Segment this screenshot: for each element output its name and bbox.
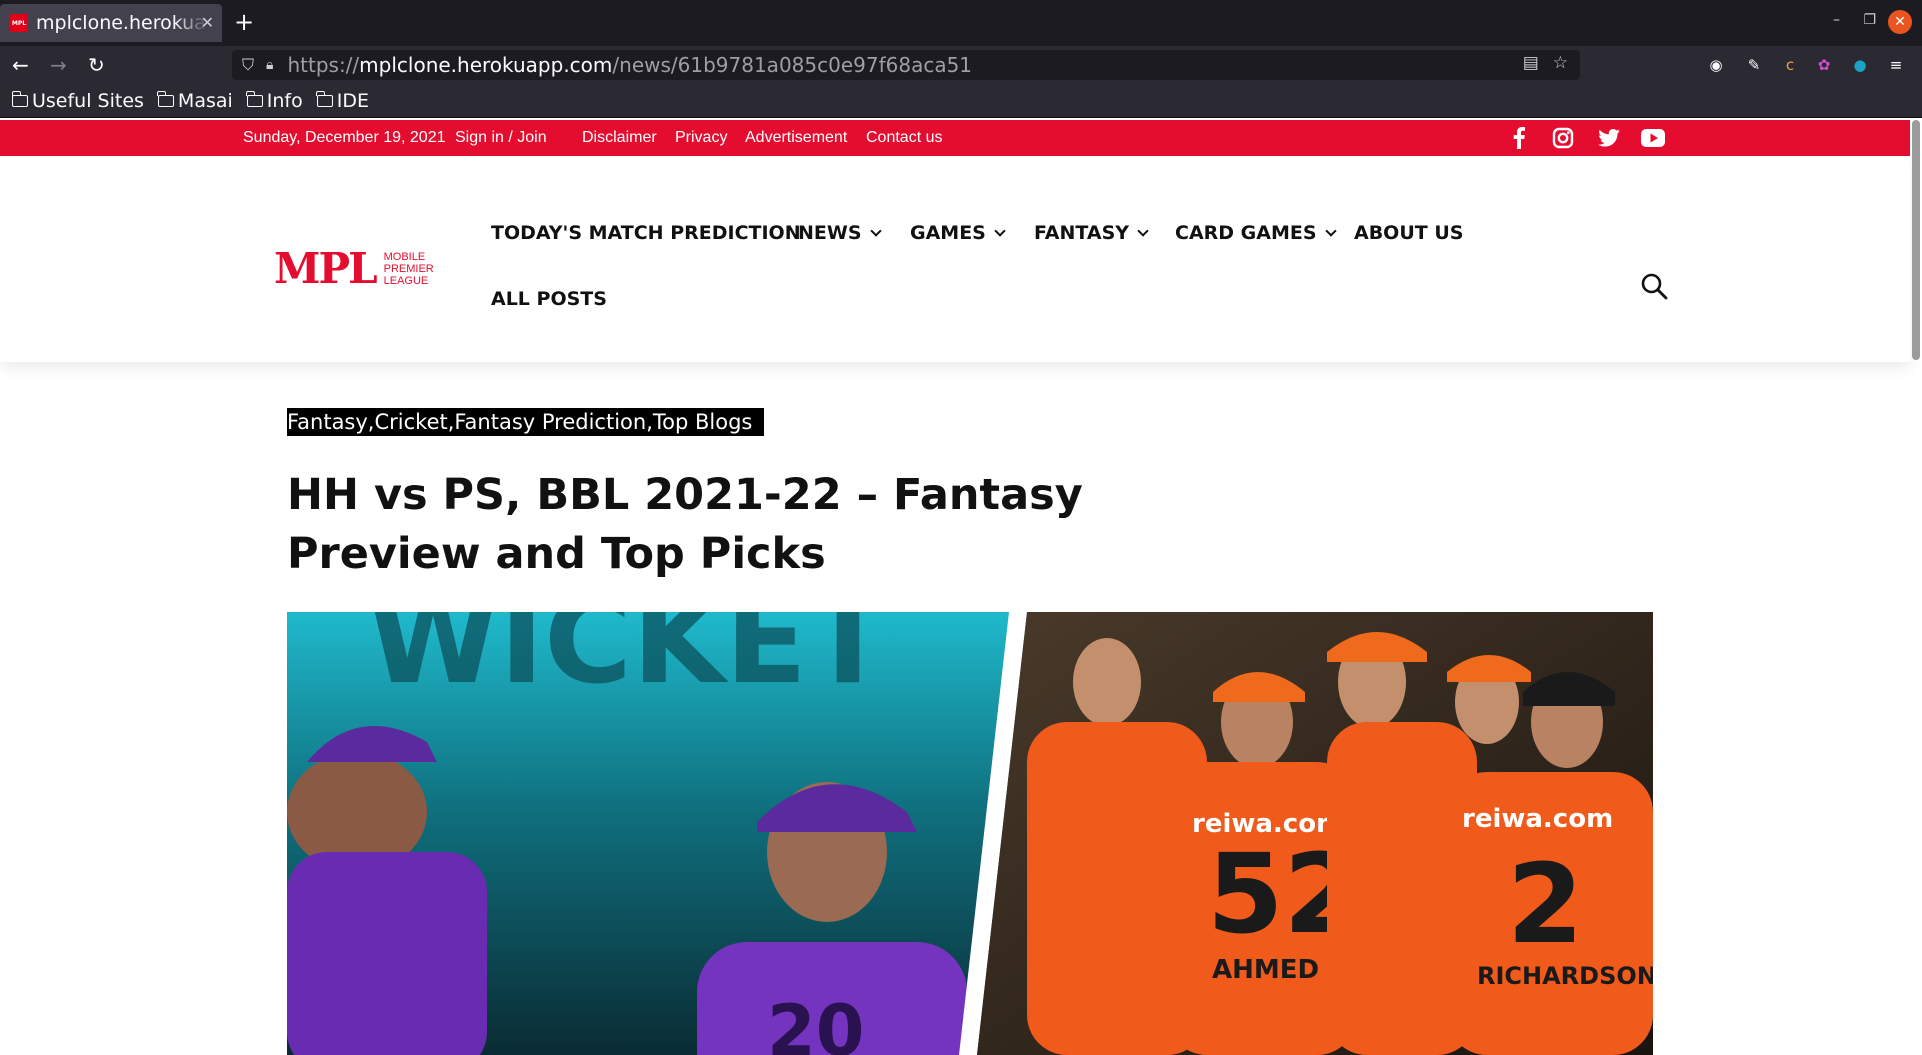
folder-icon — [246, 90, 263, 107]
browser-tab-active[interactable]: MPL mplclone.herokuapp.com ✕ — [0, 4, 222, 42]
logo-mark: MPL — [274, 244, 378, 293]
mpl-logo[interactable]: MPL MOBILE PREMIER LEAGUE — [274, 248, 434, 290]
hero-jersey-number: 2 — [1507, 840, 1584, 968]
bookmark-label: IDE — [336, 89, 369, 112]
hamburger-menu-icon[interactable]: ≡ — [1886, 55, 1906, 75]
article-categories[interactable]: Fantasy,Cricket,Fantasy Prediction,Top B… — [287, 408, 764, 436]
folder-icon — [11, 90, 28, 107]
bookmark-folder-info[interactable]: Info — [246, 89, 303, 112]
privacy-link[interactable]: Privacy — [675, 129, 727, 147]
instagram-icon[interactable] — [1550, 125, 1576, 151]
logo-line: MOBILE — [383, 251, 426, 263]
color-picker-extension-icon[interactable]: ✿ — [1814, 55, 1834, 75]
site-header: MPL MOBILE PREMIER LEAGUE TODAY'S MATCH … — [0, 156, 1910, 362]
browser-nav-bar: ← → ↻ ⛉ 🔒︎ https://mplclone.herokuapp.co… — [0, 46, 1922, 84]
url-path: /news/61b9781a085c0e97f68aca51 — [612, 53, 973, 77]
page-scrollbar[interactable] — [1912, 120, 1920, 360]
window-close-icon[interactable]: ✕ — [1888, 10, 1912, 34]
article-hero-image: WICKET 20 reiwa.com 52 AHMED reiwa.com 2… — [287, 612, 1653, 1055]
logo-line: PREMIER — [383, 263, 434, 275]
menu-item-all-posts[interactable]: ALL POSTS — [491, 288, 607, 310]
extension-coin-icon[interactable]: c — [1780, 55, 1800, 75]
url-host: mplclone.herokuapp.com — [359, 53, 613, 77]
contact-us-link[interactable]: Contact us — [866, 129, 942, 147]
twitter-icon[interactable] — [1596, 125, 1622, 151]
page-viewport: Sunday, December 19, 2021 Sign in / Join… — [0, 118, 1922, 1055]
menu-item-fantasy[interactable]: FANTASY — [1034, 222, 1149, 244]
url-text[interactable]: https://mplclone.herokuapp.com/news/61b9… — [287, 53, 972, 77]
bookmark-star-icon[interactable]: ☆ — [1553, 53, 1568, 73]
menu-item-label: GAMES — [910, 222, 986, 244]
restore-icon[interactable]: ❐ — [1863, 12, 1876, 28]
disclaimer-link[interactable]: Disclaimer — [582, 129, 657, 147]
url-scheme: https:// — [287, 53, 360, 77]
menu-item-label: NEWS — [798, 222, 862, 244]
youtube-icon[interactable] — [1640, 125, 1666, 151]
signin-link[interactable]: Sign in / Join — [455, 129, 547, 147]
new-tab-icon[interactable]: + — [234, 8, 254, 36]
bookmark-label: Masai — [177, 89, 233, 112]
account-icon[interactable]: ◉ — [1706, 55, 1726, 75]
reader-mode-icon[interactable]: ▤ — [1523, 53, 1539, 73]
hero-sponsor-text: reiwa.com — [1462, 804, 1613, 834]
site-favicon-icon: MPL — [10, 14, 28, 32]
bookmark-label: Info — [266, 89, 303, 112]
bookmark-label: Useful Sites — [32, 89, 144, 112]
reload-icon[interactable]: ↻ — [88, 52, 105, 78]
tracking-shield-icon[interactable]: ⛉ — [242, 55, 254, 75]
back-icon[interactable]: ← — [12, 52, 29, 78]
bookmarks-toolbar: Useful Sites Masai Info IDE — [0, 84, 1922, 118]
browser-tab-bar: MPL mplclone.herokuapp.com ✕ + – ❐ ✕ — [0, 0, 1922, 46]
hero-left-jersey-number: 20 — [767, 990, 864, 1055]
menu-item-games[interactable]: GAMES — [910, 222, 1006, 244]
article-title: HH vs PS, BBL 2021-22 – Fantasy Preview … — [287, 470, 1083, 579]
chevron-down-icon — [1324, 225, 1337, 237]
hero-jersey-name: AHMED — [1212, 955, 1319, 985]
url-bar[interactable]: ⛉ 🔒︎ https://mplclone.herokuapp.com/news… — [232, 50, 1580, 80]
tab-close-icon[interactable]: ✕ — [201, 13, 214, 32]
menu-item-news[interactable]: NEWS — [798, 222, 882, 244]
menu-item-label: ALL POSTS — [491, 288, 607, 310]
menu-item-about-us[interactable]: ABOUT US — [1354, 222, 1463, 244]
extension-globe-icon[interactable]: ● — [1850, 55, 1870, 75]
chevron-down-icon — [1137, 225, 1149, 237]
search-icon[interactable] — [1640, 272, 1668, 300]
menu-item-card-games[interactable]: CARD GAMES — [1175, 222, 1337, 244]
chevron-down-icon — [869, 225, 882, 237]
logo-line: LEAGUE — [383, 275, 429, 287]
menu-item-label: TODAY'S MATCH PREDICTION — [491, 222, 801, 244]
folder-icon — [316, 90, 333, 107]
chevron-down-icon — [994, 225, 1006, 237]
current-date: Sunday, December 19, 2021 — [243, 129, 446, 146]
bookmark-folder-masai[interactable]: Masai — [157, 89, 233, 112]
hero-banner-text: WICKET — [367, 612, 889, 711]
forward-icon[interactable]: → — [50, 52, 67, 78]
folder-icon — [157, 90, 174, 107]
hero-jersey-name: RICHARDSON — [1477, 962, 1653, 990]
menu-item-label: FANTASY — [1034, 222, 1130, 244]
logo-tagline: MOBILE PREMIER LEAGUE — [384, 251, 434, 287]
bookmark-folder-useful-sites[interactable]: Useful Sites — [11, 89, 144, 112]
lock-icon[interactable]: 🔒︎ — [266, 57, 273, 73]
tab-title: mplclone.herokuapp.com — [36, 12, 208, 34]
top-bar: Sunday, December 19, 2021 Sign in / Join… — [0, 120, 1910, 156]
bookmark-folder-ide[interactable]: IDE — [316, 89, 369, 112]
facebook-icon[interactable] — [1506, 125, 1532, 151]
menu-item-todays-match-prediction[interactable]: TODAY'S MATCH PREDICTION — [491, 222, 801, 244]
advertisement-link[interactable]: Advertisement — [745, 129, 847, 147]
extension-icon[interactable]: ✎ — [1744, 55, 1764, 75]
menu-item-label: CARD GAMES — [1175, 222, 1317, 244]
minimize-icon[interactable]: – — [1833, 12, 1840, 28]
menu-item-label: ABOUT US — [1354, 222, 1464, 244]
